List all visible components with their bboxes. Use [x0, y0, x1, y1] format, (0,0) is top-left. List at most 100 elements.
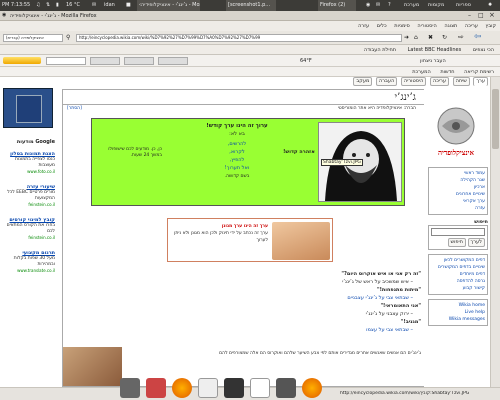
wiki-logo[interactable]: אינציקלופדיה: [425, 104, 487, 162]
clock[interactable]: PM 7:13:55: [2, 0, 30, 11]
tool-link[interactable]: שינויים בדפים המקושרים: [431, 264, 485, 271]
bookmark-most-visited[interactable]: הכי נצפים: [473, 45, 494, 54]
nav-link[interactable]: עזרה: [431, 205, 485, 212]
tab-watch[interactable]: מעקב: [353, 77, 373, 86]
tool-link[interactable]: דפים המקושרים לכאן: [431, 257, 485, 264]
mail-icon[interactable]: ✉: [92, 0, 96, 11]
addon-search-input[interactable]: [46, 57, 86, 65]
maximize-icon[interactable]: □: [478, 12, 484, 19]
volume-icon[interactable]: ♫: [36, 0, 40, 11]
minimize-icon[interactable]: –: [468, 12, 471, 19]
ad-url[interactable]: feinstein.co.il: [3, 202, 55, 207]
nav-link[interactable]: ערך אקראי: [431, 198, 485, 205]
bookmark-bbc[interactable]: Latest BBC Headlines: [408, 45, 462, 54]
ad-item[interactable]: קובץ למינוי קורסים בחרו את הקורס המתאים …: [3, 217, 55, 240]
menu-file[interactable]: קובץ: [486, 21, 497, 31]
go-icon[interactable]: ➜: [404, 34, 409, 41]
network-icon[interactable]: ⇅: [46, 0, 50, 11]
url-bar[interactable]: http://eincyclopedia.wikia.com/wiki/%D7%…: [76, 34, 402, 42]
menu-bookmarks[interactable]: סימניות: [394, 21, 410, 31]
ad-item[interactable]: תרגום מקצועי מעל 30 שפות בקלות ובמהירות …: [3, 250, 55, 273]
go-button[interactable]: לערך: [467, 238, 485, 247]
dock-app-icon[interactable]: [120, 378, 140, 398]
menu-edit[interactable]: עריכה: [465, 21, 478, 31]
addon-button-3[interactable]: [158, 57, 188, 65]
task-firefox-window[interactable]: ‹ג’ינג’י - אינציקלופידיה - Mozilla Firef…: [137, 0, 200, 11]
help-launcher-icon[interactable]: ?: [388, 0, 391, 11]
reload-icon[interactable]: ↻: [442, 34, 447, 41]
tab-move[interactable]: העברה: [375, 77, 398, 86]
dock-app-icon[interactable]: [224, 378, 244, 398]
weather-widget[interactable]: 64°F: [300, 57, 312, 65]
dock-app-icon[interactable]: [276, 378, 296, 398]
home-icon[interactable]: ⌂: [414, 34, 418, 41]
tab-history[interactable]: היסטוריה: [400, 77, 427, 86]
infobox-link[interactable]: להפיץ,: [162, 156, 312, 164]
addon-logo[interactable]: [3, 57, 41, 64]
tardis-badge[interactable]: [3, 88, 53, 128]
menu-tools[interactable]: כלים: [377, 21, 387, 31]
toolbar3-item-news[interactable]: חדשות: [440, 67, 454, 76]
nav-link[interactable]: עמוד ראשי: [431, 170, 485, 177]
search-button[interactable]: חיפוש: [447, 238, 466, 247]
dock-firefox-icon[interactable]: [172, 378, 192, 398]
infobox-image[interactable]: Shabtay’Tzvi.JPG: [318, 122, 402, 202]
nav-link[interactable]: ארכיון: [431, 184, 485, 191]
baby-photo[interactable]: [272, 222, 330, 260]
hide-link[interactable]: [הסתר]: [67, 106, 82, 111]
menu-places[interactable]: מקומות: [428, 0, 444, 11]
dock-app-icon[interactable]: [198, 378, 218, 398]
web-search-input[interactable]: אינציקלופדיה (עברית): [3, 34, 63, 42]
ad-url[interactable]: www.translate.co.il: [3, 268, 55, 273]
infobox-link[interactable]: ואל תערוך!: [162, 164, 312, 172]
tool-link[interactable]: גרסה להדפסה: [431, 278, 485, 285]
tab-edit[interactable]: עריכה: [429, 77, 449, 86]
addon-link[interactable]: העבר ניצחון: [420, 57, 446, 65]
infobox-link[interactable]: להרשים,: [162, 140, 312, 148]
infobox-link[interactable]: לקרוא,: [162, 148, 312, 156]
menu-system[interactable]: מערכת: [404, 0, 419, 11]
bookmark-getting-started[interactable]: תחילת העבודה: [364, 45, 396, 54]
stop-icon[interactable]: ✖: [428, 34, 433, 41]
wiki-search-input[interactable]: [431, 228, 485, 236]
close-icon[interactable]: ×: [489, 11, 495, 19]
quote-attribution[interactable]: – שבתאי צבי על עצמו: [151, 326, 413, 334]
back-icon[interactable]: ⇦: [474, 32, 482, 42]
ad-url[interactable]: www.foto.co.il: [3, 169, 55, 174]
addon-button-2[interactable]: [124, 57, 154, 65]
menu-help[interactable]: עזרה: [358, 21, 369, 31]
battery-icon[interactable]: ▮: [56, 0, 59, 11]
mail-launcher-icon[interactable]: ✉: [376, 0, 380, 11]
ubuntu-logo-icon[interactable]: ✹: [488, 0, 492, 11]
quote-attribution[interactable]: – שבתאי צבי על ג’ינג’י עצבניים: [151, 294, 413, 302]
user-name[interactable]: idan: [104, 0, 115, 11]
vertical-scrollbar[interactable]: [490, 77, 500, 387]
tab-article[interactable]: ערך: [473, 77, 488, 86]
toolbar3-item-reading[interactable]: רשימת קריאה: [464, 67, 494, 76]
toolbar3-item-system[interactable]: המערכת: [412, 67, 431, 76]
menu-history[interactable]: היסטוריה: [417, 21, 436, 31]
forward-icon[interactable]: ⇨: [458, 33, 464, 41]
wikia-link[interactable]: Wikia home: [431, 302, 485, 309]
weather-temp[interactable]: 16 °C: [66, 0, 80, 11]
task-firefox-group[interactable]: Firefox (2): [318, 0, 356, 11]
addon-button-1[interactable]: [90, 57, 120, 65]
tool-link[interactable]: דפים מיוחדים: [431, 271, 485, 278]
ad-item[interactable]: הצגת תמונות בסלון כנסו לצפייה בתמונות מע…: [3, 151, 55, 174]
menu-view[interactable]: תצוגה: [444, 21, 457, 31]
dock-app-icon[interactable]: [146, 378, 166, 398]
wikia-link[interactable]: Live help: [431, 309, 485, 316]
nav-link[interactable]: שגר הקהילה: [431, 177, 485, 184]
ad-url[interactable]: feinstein.co.il: [3, 235, 55, 240]
wikia-link[interactable]: Wikia messages: [431, 316, 485, 323]
ad-item[interactable]: שיעורי עזרה מורים פרטיים EEBC לכל המקצוע…: [3, 184, 55, 207]
menu-applications[interactable]: ספריות: [456, 0, 471, 11]
show-desktop-icon[interactable]: ■: [126, 0, 131, 11]
tab-talk[interactable]: שיחה: [452, 77, 470, 86]
dock-firefox-icon[interactable]: [302, 378, 322, 398]
task-screenshot[interactable]: [screenshot1.p...: [226, 0, 276, 11]
dock-app-icon[interactable]: [250, 378, 270, 398]
nav-link[interactable]: שינויים אחרונים: [431, 191, 485, 198]
scrollbar-thumb[interactable]: [492, 89, 499, 149]
tool-link[interactable]: קישור קבוע: [431, 285, 485, 292]
